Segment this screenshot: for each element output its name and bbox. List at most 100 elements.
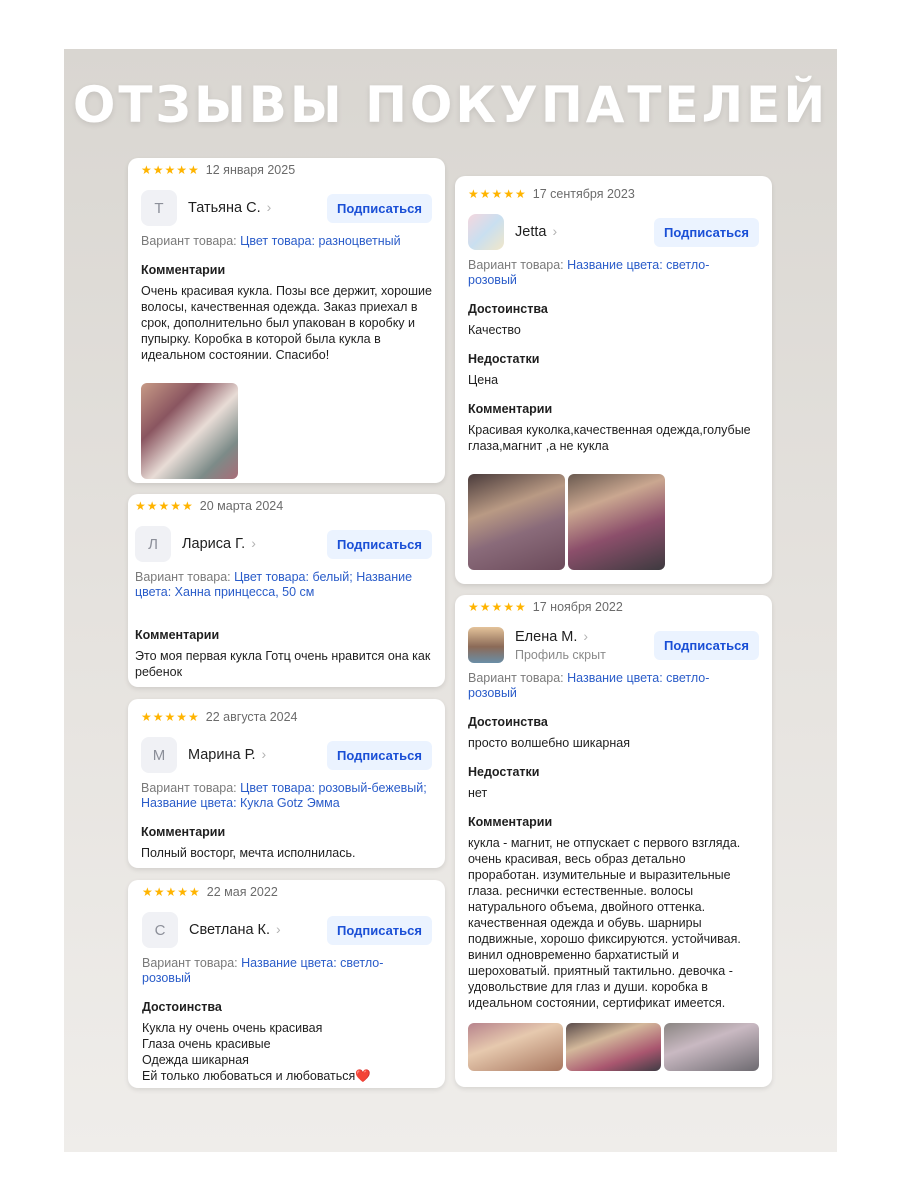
author-name[interactable]: Светлана К.: [189, 922, 270, 938]
author-block[interactable]: Марина Р. ›: [188, 746, 327, 764]
review-photo[interactable]: [468, 1023, 563, 1071]
review-card: ★★★★★ 12 января 2025 Т Татьяна С. › Подпи…: [128, 158, 445, 483]
rating-row: ★★★★★ 20 марта 2024: [135, 494, 432, 518]
review-card: ★★★★★ 17 ноября 2022 Елена М. › Профиль с…: [455, 595, 772, 1087]
cons-text: Цена: [468, 373, 499, 387]
author-name[interactable]: Татьяна С.: [188, 200, 261, 216]
product-variant: Вариант товара: Название цвета: светло-р…: [468, 258, 759, 288]
chevron-right-icon: ›: [251, 535, 256, 551]
variant-label: Вариант товара:: [468, 671, 568, 685]
pros-text: Кукла ну очень очень красивая Глаза очен…: [142, 1021, 371, 1083]
rating-stars: ★★★★★: [135, 499, 194, 513]
product-variant: Вариант товара: Цвет товара: разноцветны…: [141, 234, 432, 249]
comments-text: кукла - магнит, не отпускает с первого в…: [468, 836, 741, 1010]
author-row: М Марина Р. › Подписаться: [141, 735, 432, 775]
rating-row: ★★★★★ 17 ноября 2022: [468, 595, 759, 619]
rating-stars: ★★★★★: [468, 187, 527, 201]
comments-text: Полный восторг, мечта исполнилась.: [141, 846, 356, 860]
review-card: ★★★★★ 17 сентября 2023 Jetta › Подписатьс…: [455, 176, 772, 584]
variant-link[interactable]: Цвет товара: разноцветный: [240, 234, 400, 248]
review-photo[interactable]: [566, 1023, 661, 1071]
author-block[interactable]: Лариса Г. ›: [182, 535, 327, 553]
product-variant: Вариант товара: Название цвета: светло-р…: [468, 671, 759, 701]
review-date: 20 марта 2024: [199, 499, 284, 513]
chevron-right-icon: ›: [261, 746, 267, 762]
pros-title: Достоинства: [468, 715, 548, 729]
comments-title: Комментарии: [135, 628, 220, 642]
review-photo[interactable]: [468, 474, 565, 570]
rating-stars: ★★★★★: [468, 600, 527, 614]
variant-label: Вариант товара:: [141, 781, 241, 795]
chevron-right-icon: ›: [266, 199, 272, 215]
review-date: 12 января 2025: [205, 163, 296, 177]
cons-title: Недостатки: [468, 352, 540, 366]
pros-text: Качество: [468, 323, 521, 337]
cons-text: нет: [468, 786, 488, 800]
review-card: ★★★★★ 20 марта 2024 Л Лариса Г. › Подписа…: [128, 494, 445, 687]
author-name[interactable]: Jetta: [515, 224, 546, 240]
product-variant: Вариант товара: Цвет товара: белый; Назв…: [135, 570, 432, 600]
subscribe-button[interactable]: Подписаться: [653, 630, 759, 660]
rating-row: ★★★★★ 12 января 2025: [141, 158, 432, 182]
subscribe-button[interactable]: Подписаться: [326, 915, 432, 945]
page-title: ОТЗЫВЫ ПОКУПАТЕЛЕЙ: [72, 76, 829, 134]
author-name[interactable]: Лариса Г.: [182, 536, 245, 552]
author-name[interactable]: Елена М.: [515, 629, 577, 645]
chevron-right-icon: ›: [583, 628, 589, 644]
review-photo[interactable]: [141, 383, 238, 479]
author-row: Елена М. › Профиль скрыт Подписаться: [468, 625, 759, 665]
author-block[interactable]: Татьяна С. ›: [188, 199, 327, 217]
rating-row: ★★★★★ 17 сентября 2023: [468, 182, 759, 206]
cons-title: Недостатки: [468, 765, 540, 779]
review-date: 22 мая 2022: [206, 885, 278, 899]
product-variant: Вариант товара: Цвет товара: розовый-беж…: [141, 781, 432, 811]
rating-row: ★★★★★ 22 мая 2022: [142, 880, 432, 904]
profile-hidden-label: Профиль скрыт: [515, 648, 606, 662]
review-photos: [468, 1023, 759, 1071]
review-date: 22 августа 2024: [205, 710, 298, 724]
author-row: С Светлана К. › Подписаться: [142, 910, 432, 950]
review-photo[interactable]: [664, 1023, 759, 1071]
author-block[interactable]: Jetta ›: [515, 223, 654, 241]
review-photos: [141, 383, 432, 479]
review-date: 17 сентября 2023: [532, 187, 635, 201]
rating-stars: ★★★★★: [142, 885, 201, 899]
avatar[interactable]: Т: [141, 190, 177, 226]
author-block[interactable]: Светлана К. ›: [189, 921, 327, 939]
comments-title: Комментарии: [141, 825, 226, 839]
variant-label: Вариант товара:: [141, 234, 241, 248]
subscribe-button[interactable]: Подписаться: [326, 740, 432, 770]
comments-text: Очень красивая кукла. Позы все держит, х…: [141, 284, 432, 362]
comments-title: Комментарии: [468, 402, 553, 416]
author-row: Т Татьяна С. › Подписаться: [141, 188, 432, 228]
avatar[interactable]: М: [141, 737, 177, 773]
avatar-photo[interactable]: [468, 214, 504, 250]
review-date: 17 ноября 2022: [532, 600, 623, 614]
review-card: ★★★★★ 22 августа 2024 М Марина Р. › Подпи…: [128, 699, 445, 868]
subscribe-button[interactable]: Подписаться: [653, 217, 759, 247]
variant-label: Вариант товара:: [142, 956, 242, 970]
rating-row: ★★★★★ 22 августа 2024: [141, 705, 432, 729]
avatar-photo[interactable]: [468, 627, 504, 663]
subscribe-button[interactable]: Подписаться: [326, 193, 432, 223]
review-photos: [468, 474, 759, 570]
review-card: ★★★★★ 22 мая 2022 С Светлана К. › Подписа…: [128, 880, 445, 1088]
chevron-right-icon: ›: [276, 921, 281, 937]
author-block[interactable]: Елена М. › Профиль скрыт: [515, 628, 654, 662]
author-name[interactable]: Марина Р.: [188, 747, 256, 763]
review-photo[interactable]: [568, 474, 665, 570]
subscribe-button[interactable]: Подписаться: [326, 529, 432, 559]
product-variant: Вариант товара: Название цвета: светло-р…: [142, 956, 432, 986]
comments-title: Комментарии: [468, 815, 553, 829]
pros-title: Достоинства: [142, 1000, 222, 1014]
rating-stars: ★★★★★: [141, 710, 200, 724]
variant-label: Вариант товара:: [468, 258, 568, 272]
avatar[interactable]: Л: [135, 526, 171, 562]
avatar[interactable]: С: [142, 912, 178, 948]
rating-stars: ★★★★★: [141, 163, 200, 177]
comments-text: Красивая куколка,качественная одежда,гол…: [468, 423, 751, 453]
chevron-right-icon: ›: [552, 223, 558, 239]
pros-title: Достоинства: [468, 302, 548, 316]
pros-text: просто волшебно шикарная: [468, 736, 631, 750]
author-row: Jetta › Подписаться: [468, 212, 759, 252]
